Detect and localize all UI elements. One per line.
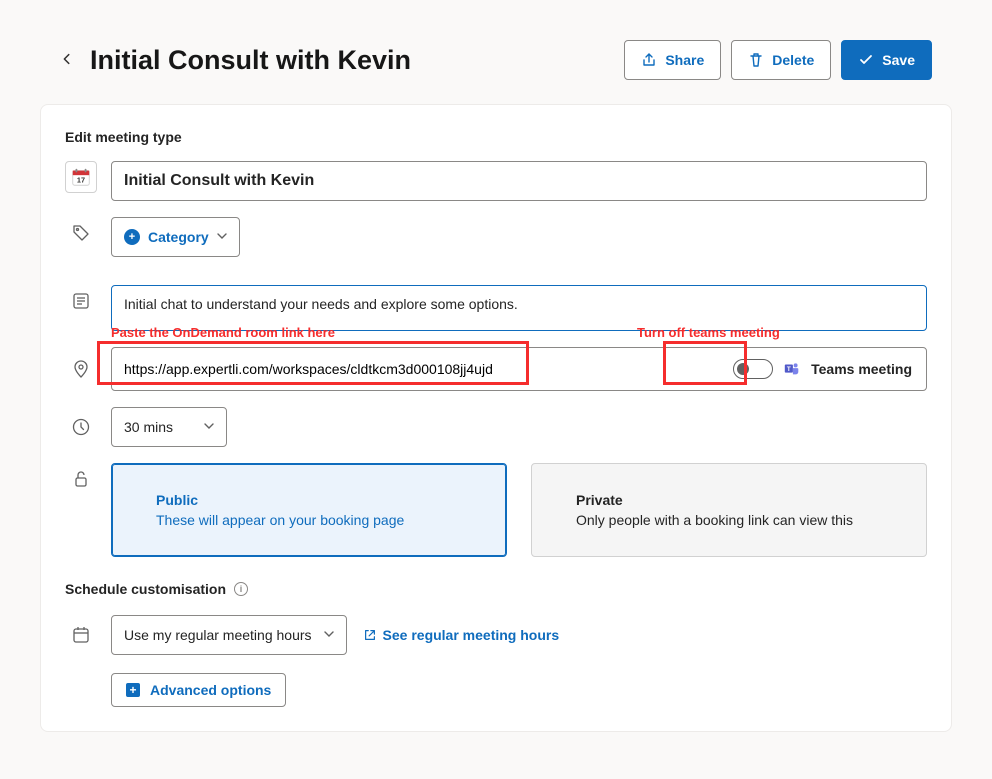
public-title: Public xyxy=(156,492,462,508)
see-hours-link[interactable]: See regular meeting hours xyxy=(363,627,560,643)
meeting-hours-dropdown[interactable]: Use my regular meeting hours xyxy=(111,615,347,655)
clock-icon xyxy=(65,411,97,443)
back-icon[interactable] xyxy=(60,50,74,71)
chevron-down-icon xyxy=(217,230,227,244)
trash-icon xyxy=(748,52,764,68)
chevron-down-icon xyxy=(324,628,334,642)
page-title: Initial Consult with Kevin xyxy=(90,45,411,76)
svg-text:17: 17 xyxy=(77,176,85,185)
teams-toggle[interactable] xyxy=(733,359,773,379)
description-input[interactable]: Initial chat to understand your needs an… xyxy=(111,285,927,331)
svg-text:T: T xyxy=(787,366,791,373)
public-desc: These will appear on your booking page xyxy=(156,512,462,528)
see-hours-label: See regular meeting hours xyxy=(383,627,560,643)
plus-square-icon: + xyxy=(126,683,140,697)
private-title: Private xyxy=(576,492,882,508)
delete-button[interactable]: Delete xyxy=(731,40,831,80)
meeting-title-input[interactable] xyxy=(111,161,927,201)
schedule-label: Schedule customisation xyxy=(65,581,226,597)
teams-label: Teams meeting xyxy=(811,361,912,377)
schedule-icon xyxy=(65,619,97,651)
description-icon xyxy=(65,285,97,317)
category-dropdown[interactable]: + Category xyxy=(111,217,240,257)
private-desc: Only people with a booking link can view… xyxy=(576,512,882,528)
chevron-down-icon xyxy=(204,420,214,434)
delete-label: Delete xyxy=(772,52,814,68)
section-label: Edit meeting type xyxy=(65,129,927,145)
form-card: Edit meeting type 17 + Category xyxy=(40,104,952,732)
external-link-icon xyxy=(363,628,377,642)
category-label: Category xyxy=(148,229,209,245)
location-icon xyxy=(65,353,97,385)
teams-icon: T xyxy=(783,360,801,378)
save-button[interactable]: Save xyxy=(841,40,932,80)
visibility-public-card[interactable]: Public These will appear on your booking… xyxy=(111,463,507,557)
advanced-options-button[interactable]: + Advanced options xyxy=(111,673,286,707)
plus-icon: + xyxy=(124,229,140,245)
save-label: Save xyxy=(882,52,915,68)
check-icon xyxy=(858,52,874,68)
share-icon xyxy=(641,52,657,68)
hours-value: Use my regular meeting hours xyxy=(124,627,312,643)
lock-icon xyxy=(65,463,97,495)
location-input[interactable] xyxy=(112,348,719,390)
duration-value: 30 mins xyxy=(124,419,173,435)
share-label: Share xyxy=(665,52,704,68)
duration-dropdown[interactable]: 30 mins xyxy=(111,407,227,447)
advanced-label: Advanced options xyxy=(150,682,271,698)
share-button[interactable]: Share xyxy=(624,40,721,80)
visibility-private-card[interactable]: Private Only people with a booking link … xyxy=(531,463,927,557)
calendar-icon[interactable]: 17 xyxy=(65,161,97,193)
tag-icon xyxy=(65,217,97,249)
info-icon[interactable]: i xyxy=(234,582,248,596)
